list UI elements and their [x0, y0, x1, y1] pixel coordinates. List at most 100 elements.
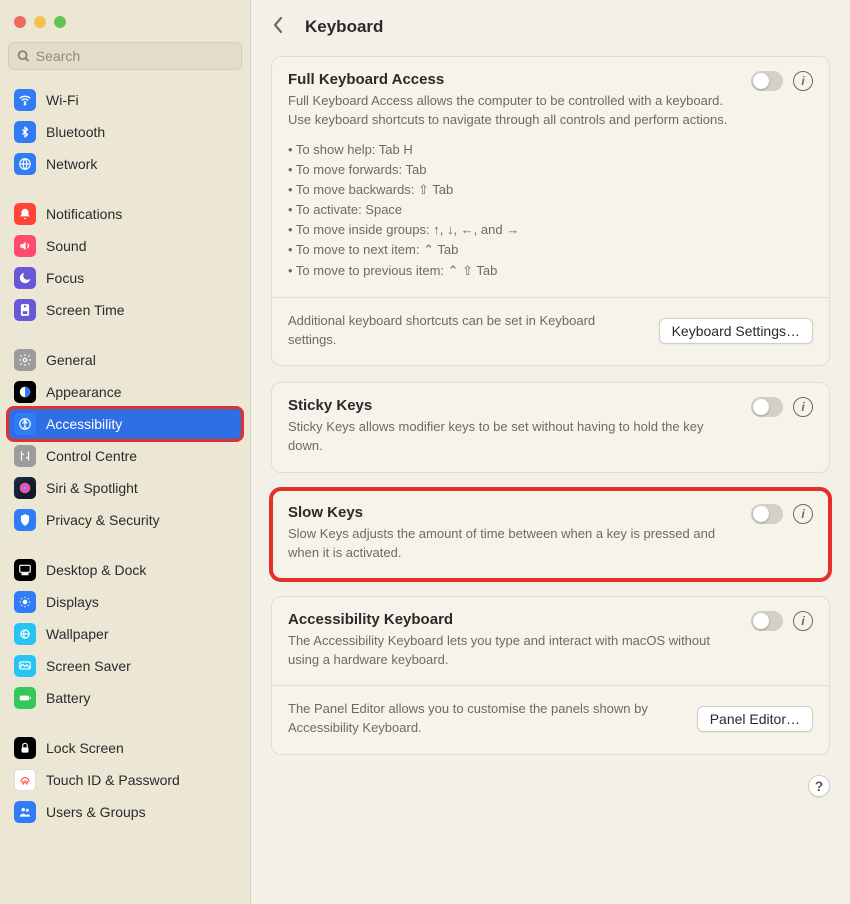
sidebar-item-label: Lock Screen	[46, 740, 124, 756]
sidebar-item-siri[interactable]: Siri & Spotlight	[8, 472, 242, 504]
sidebar-item-lock[interactable]: Lock Screen	[8, 732, 242, 764]
sidebar-item-net[interactable]: Network	[8, 148, 242, 180]
sidebar-nav[interactable]: Wi-FiBluetoothNetwork Notifications Sound F…	[0, 80, 250, 904]
sidebar-item-users[interactable]: Users & Groups	[8, 796, 242, 828]
header: Keyboard	[251, 0, 850, 50]
slow-keys-info-button[interactable]: i	[793, 504, 813, 524]
access-icon	[14, 413, 36, 435]
net-icon	[14, 153, 36, 175]
sidebar-item-wallpaper[interactable]: Wallpaper	[8, 618, 242, 650]
touchid-icon	[14, 769, 36, 791]
sidebar-item-label: Screen Time	[46, 302, 125, 318]
slow-keys-desc: Slow Keys adjusts the amount of time bet…	[288, 525, 741, 563]
accessibility-keyboard-toggle[interactable]	[751, 611, 783, 631]
appearance-icon	[14, 381, 36, 403]
wallpaper-icon	[14, 623, 36, 645]
slow-keys-toggle[interactable]	[751, 504, 783, 524]
privacy-icon	[14, 509, 36, 531]
bt-icon	[14, 121, 36, 143]
sidebar-item-access[interactable]: Accessibility	[8, 408, 242, 440]
sidebar-item-displays[interactable]: Displays	[8, 586, 242, 618]
shortcut-hint: • To move forwards: Tab	[288, 160, 813, 180]
full-keyboard-access-desc: Full Keyboard Access allows the computer…	[288, 92, 741, 130]
ssaver-icon	[14, 655, 36, 677]
battery-icon	[14, 687, 36, 709]
sidebar-item-appearance[interactable]: Appearance	[8, 376, 242, 408]
sidebar-item-sound[interactable]: Sound	[8, 230, 242, 262]
sidebar-item-label: Siri & Spotlight	[46, 480, 138, 496]
sidebar-item-label: Control Centre	[46, 448, 137, 464]
focus-icon	[14, 267, 36, 289]
panel-editor-button[interactable]: Panel Editor…	[697, 706, 813, 732]
sidebar-item-label: Desktop & Dock	[46, 562, 146, 578]
full-keyboard-footer: Additional keyboard shortcuts can be set…	[272, 297, 829, 366]
search-icon	[17, 49, 30, 63]
notif-icon	[14, 203, 36, 225]
sticky-keys-desc: Sticky Keys allows modifier keys to be s…	[288, 418, 741, 456]
accessibility-keyboard-desc: The Accessibility Keyboard lets you type…	[288, 632, 741, 670]
help-button[interactable]: ?	[808, 775, 830, 797]
shortcut-hint: • To move backwards: ⇧ Tab	[288, 180, 813, 200]
window-controls	[0, 0, 250, 38]
accessibility-keyboard-info-button[interactable]: i	[793, 611, 813, 631]
full-keyboard-shortcuts-list: • To show help: Tab H• To move forwards:…	[288, 140, 813, 281]
sidebar-item-focus[interactable]: Focus	[8, 262, 242, 294]
slow-keys-section: Slow Keys Slow Keys adjusts the amount o…	[272, 490, 829, 579]
sidebar-item-label: Appearance	[46, 384, 122, 400]
content: Full Keyboard Access Full Keyboard Acces…	[251, 50, 850, 771]
sidebar-item-label: Focus	[46, 270, 84, 286]
shortcut-hint: • To move to previous item: ⌃ ⇧ Tab	[288, 261, 813, 281]
keyboard-settings-button[interactable]: Keyboard Settings…	[659, 318, 813, 344]
lock-icon	[14, 737, 36, 759]
sidebar-item-privacy[interactable]: Privacy & Security	[8, 504, 242, 536]
sticky-keys-toggle[interactable]	[751, 397, 783, 417]
accessibility-keyboard-title: Accessibility Keyboard	[288, 611, 741, 628]
sidebar-item-bt[interactable]: Bluetooth	[8, 116, 242, 148]
full-keyboard-access-section: Full Keyboard Access Full Keyboard Acces…	[272, 57, 829, 297]
sidebar-item-screentime[interactable]: Screen Time	[8, 294, 242, 326]
sidebar-item-label: Touch ID & Password	[46, 772, 180, 788]
sticky-keys-info-button[interactable]: i	[793, 397, 813, 417]
sidebar-item-label: Displays	[46, 594, 99, 610]
sidebar-item-touchid[interactable]: Touch ID & Password	[8, 764, 242, 796]
desktop-icon	[14, 559, 36, 581]
sidebar-item-general[interactable]: General	[8, 344, 242, 376]
sidebar-item-label: Sound	[46, 238, 86, 254]
sidebar-item-label: Screen Saver	[46, 658, 131, 674]
sticky-keys-section: Sticky Keys Sticky Keys allows modifier …	[272, 383, 829, 472]
sidebar-item-wifi[interactable]: Wi-Fi	[8, 84, 242, 116]
slow-keys-title: Slow Keys	[288, 504, 741, 521]
search-box[interactable]	[8, 42, 242, 70]
displays-icon	[14, 591, 36, 613]
sticky-keys-card: Sticky Keys Sticky Keys allows modifier …	[271, 382, 830, 473]
full-keyboard-access-info-button[interactable]: i	[793, 71, 813, 91]
general-icon	[14, 349, 36, 371]
sidebar-item-battery[interactable]: Battery	[8, 682, 242, 714]
keyboard-settings-hint: Additional keyboard shortcuts can be set…	[288, 312, 647, 350]
maximize-button[interactable]	[54, 16, 66, 28]
sidebar-item-label: Accessibility	[46, 416, 122, 432]
slow-keys-card: Slow Keys Slow Keys adjusts the amount o…	[271, 489, 830, 580]
siri-icon	[14, 477, 36, 499]
search-input[interactable]	[36, 48, 233, 64]
control-icon	[14, 445, 36, 467]
sidebar-item-ssaver[interactable]: Screen Saver	[8, 650, 242, 682]
minimize-button[interactable]	[34, 16, 46, 28]
sidebar-item-label: Battery	[46, 690, 90, 706]
sidebar-item-control[interactable]: Control Centre	[8, 440, 242, 472]
accessibility-keyboard-footer: The Panel Editor allows you to customise…	[272, 685, 829, 754]
sidebar-item-desktop[interactable]: Desktop & Dock	[8, 554, 242, 586]
panel-editor-hint: The Panel Editor allows you to customise…	[288, 700, 685, 738]
back-button[interactable]	[269, 14, 289, 40]
full-keyboard-access-toggle[interactable]	[751, 71, 783, 91]
shortcut-hint: • To show help: Tab H	[288, 140, 813, 160]
accessibility-keyboard-section: Accessibility Keyboard The Accessibility…	[272, 597, 829, 686]
shortcut-hint: • To move to next item: ⌃ Tab	[288, 240, 813, 260]
sidebar-item-notif[interactable]: Notifications	[8, 198, 242, 230]
sound-icon	[14, 235, 36, 257]
sidebar-item-label: General	[46, 352, 96, 368]
sidebar-item-label: Wallpaper	[46, 626, 109, 642]
main-panel: Keyboard Full Keyboard Access Full Keybo…	[251, 0, 850, 904]
close-button[interactable]	[14, 16, 26, 28]
chevron-left-icon	[273, 16, 285, 34]
